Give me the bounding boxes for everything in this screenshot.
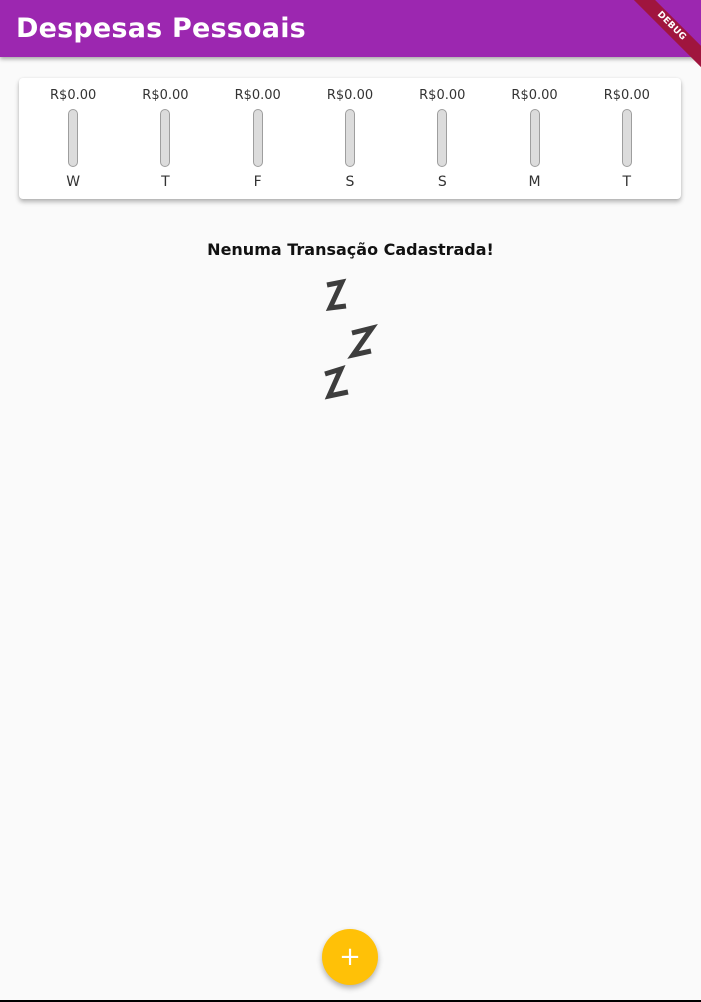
app-bar: Despesas Pessoais xyxy=(0,0,701,57)
chart-bar-value: R$0.00 xyxy=(511,88,558,103)
chart-bar-value: R$0.00 xyxy=(234,88,281,103)
chart-bar-day: M xyxy=(528,174,541,190)
chart-bar-track xyxy=(252,109,263,167)
chart-bar-day: T xyxy=(161,174,170,190)
chart-bar: R$0.00 S xyxy=(407,78,477,199)
plus-icon: + xyxy=(339,942,361,972)
chart-bar: R$0.00 F xyxy=(223,78,293,199)
chart-bar-day: W xyxy=(66,174,81,190)
chart-bar-track xyxy=(68,109,79,167)
chart-bar-day: S xyxy=(437,174,447,190)
chart-bar: R$0.00 T xyxy=(592,78,662,199)
chart-bar-track xyxy=(344,109,355,167)
chart-bar-track xyxy=(437,109,448,167)
chart-bar-value: R$0.00 xyxy=(142,88,189,103)
chart-bar: R$0.00 W xyxy=(38,78,108,199)
chart-bar: R$0.00 S xyxy=(315,78,385,199)
chart-bar-day: F xyxy=(253,174,262,190)
chart-bar: R$0.00 T xyxy=(130,78,200,199)
empty-state-title: Nenuma Transação Cadastrada! xyxy=(207,240,494,259)
chart-bar-value: R$0.00 xyxy=(419,88,466,103)
weekly-chart-card: R$0.00 W R$0.00 T R$0.00 F R$0.00 S R$0.… xyxy=(19,78,681,199)
chart-bar-track xyxy=(160,109,171,167)
sleeping-zzz-image xyxy=(324,278,378,400)
chart-bar-track xyxy=(529,109,540,167)
chart-bar-value: R$0.00 xyxy=(50,88,97,103)
chart-bar-day: T xyxy=(622,174,632,190)
add-transaction-button[interactable]: + xyxy=(322,929,378,985)
chart-bar-value: R$0.00 xyxy=(326,88,374,103)
chart-bar-track xyxy=(621,109,632,167)
chart-bar: R$0.00 M xyxy=(500,78,570,199)
chart-bar-day: S xyxy=(345,174,355,190)
app-title: Despesas Pessoais xyxy=(16,13,306,44)
chart-bar-value: R$0.00 xyxy=(603,88,650,103)
